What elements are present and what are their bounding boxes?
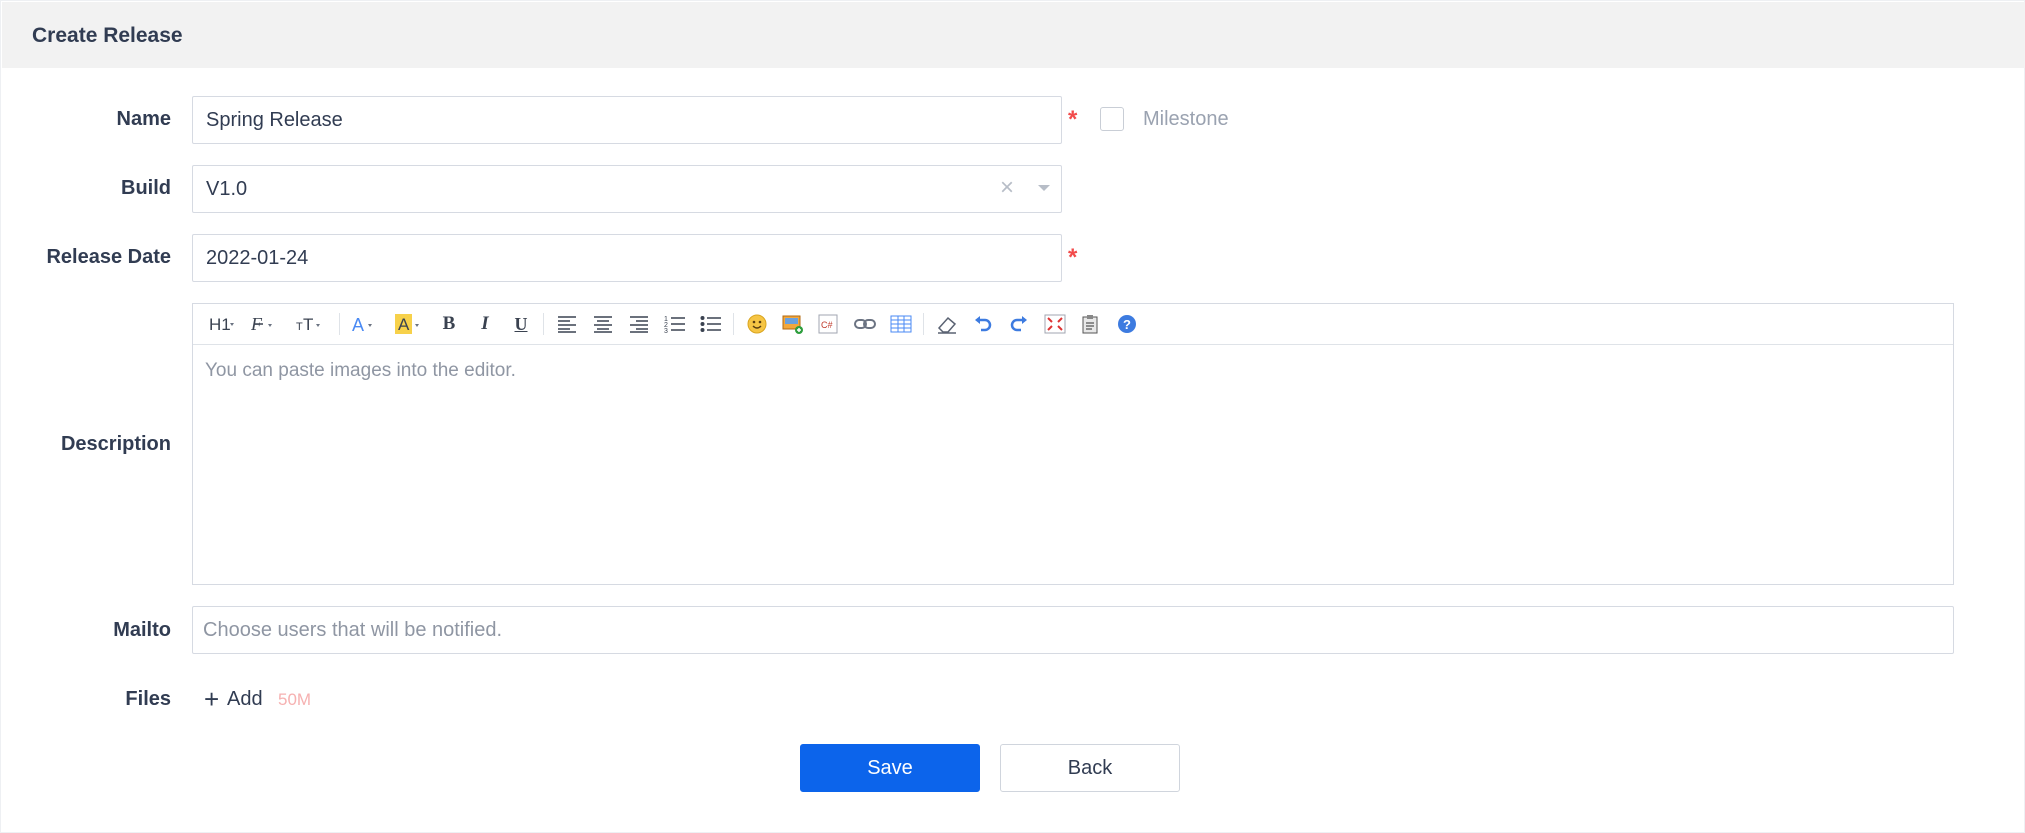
background-color-icon[interactable]: A bbox=[393, 310, 425, 338]
clear-icon[interactable]: × bbox=[1000, 174, 1014, 202]
editor-placeholder: You can paste images into the editor. bbox=[205, 360, 516, 381]
name-value: Spring Release bbox=[206, 109, 343, 131]
eraser-icon[interactable] bbox=[933, 310, 961, 338]
align-center-icon[interactable] bbox=[589, 310, 617, 338]
toolbar-separator bbox=[733, 313, 734, 335]
svg-text:A: A bbox=[352, 315, 364, 333]
link-icon[interactable] bbox=[851, 310, 879, 338]
image-icon[interactable] bbox=[779, 310, 807, 338]
ordered-list-icon[interactable]: 123 bbox=[661, 310, 689, 338]
unordered-list-icon[interactable] bbox=[697, 310, 725, 338]
build-label: Build bbox=[121, 177, 171, 199]
release-date-input[interactable]: 2022-01-24 bbox=[192, 234, 1062, 282]
create-release-panel: Create Release Name Spring Release * Mil… bbox=[0, 0, 2025, 833]
files-label: Files bbox=[125, 688, 171, 710]
heading-icon[interactable]: H1 bbox=[205, 310, 241, 338]
undo-icon[interactable] bbox=[969, 310, 997, 338]
font-size-icon[interactable]: TT bbox=[293, 310, 329, 338]
build-select[interactable]: V1.0 bbox=[192, 165, 1062, 213]
mailto-label: Mailto bbox=[113, 619, 171, 641]
panel-header: Create Release bbox=[2, 2, 2025, 68]
mailto-input[interactable]: Choose users that will be notified. bbox=[192, 606, 1954, 654]
release-date-label: Release Date bbox=[46, 246, 171, 268]
align-right-icon[interactable] bbox=[625, 310, 653, 338]
editor-toolbar: H1 F TT A A B I U 1 2 3 C# ? bbox=[193, 304, 1953, 345]
toolbar-separator bbox=[339, 313, 340, 335]
save-button[interactable]: Save bbox=[800, 744, 980, 792]
mailto-placeholder: Choose users that will be notified. bbox=[203, 619, 503, 641]
name-label: Name bbox=[116, 108, 171, 130]
name-input[interactable]: Spring Release bbox=[192, 96, 1062, 144]
file-size-limit: 50M bbox=[278, 690, 312, 709]
release-date-value: 2022-01-24 bbox=[206, 247, 309, 269]
svg-text:H1: H1 bbox=[209, 315, 231, 333]
fullscreen-icon[interactable] bbox=[1041, 310, 1069, 338]
bold-icon[interactable]: B bbox=[435, 310, 463, 338]
font-color-icon[interactable]: A bbox=[351, 310, 381, 338]
back-button[interactable]: Back bbox=[1000, 744, 1180, 792]
redo-icon[interactable] bbox=[1005, 310, 1033, 338]
milestone-label[interactable]: Milestone bbox=[1143, 108, 1229, 131]
svg-text:C#: C# bbox=[821, 320, 833, 330]
svg-text:A: A bbox=[398, 315, 410, 334]
build-value: V1.0 bbox=[206, 178, 248, 200]
add-file-button[interactable]: Add bbox=[227, 688, 263, 711]
emoticon-icon[interactable] bbox=[743, 310, 771, 338]
description-editor[interactable]: H1 F TT A A B I U 1 2 3 C# ? You can pas… bbox=[192, 303, 1954, 585]
toolbar-separator bbox=[923, 313, 924, 335]
align-left-icon[interactable] bbox=[553, 310, 581, 338]
code-icon[interactable]: C# bbox=[815, 310, 843, 338]
page-title: Create Release bbox=[32, 24, 183, 47]
toolbar-separator bbox=[543, 313, 544, 335]
italic-icon[interactable]: I bbox=[471, 310, 499, 338]
svg-text:T: T bbox=[303, 315, 313, 333]
name-required-mark: * bbox=[1068, 106, 1078, 133]
chevron-down-icon[interactable] bbox=[1038, 185, 1050, 191]
svg-text:?: ? bbox=[1123, 317, 1131, 332]
help-icon[interactable]: ? bbox=[1113, 310, 1141, 338]
plus-icon[interactable]: + bbox=[204, 686, 219, 712]
milestone-checkbox[interactable] bbox=[1100, 107, 1124, 131]
paste-icon[interactable] bbox=[1077, 310, 1105, 338]
underline-icon[interactable]: U bbox=[507, 310, 535, 338]
table-icon[interactable] bbox=[887, 310, 915, 338]
release-date-required-mark: * bbox=[1068, 244, 1078, 271]
description-label: Description bbox=[60, 433, 171, 455]
svg-text:T: T bbox=[296, 321, 303, 333]
font-family-icon[interactable]: F bbox=[249, 310, 281, 338]
svg-text:3: 3 bbox=[664, 328, 668, 334]
